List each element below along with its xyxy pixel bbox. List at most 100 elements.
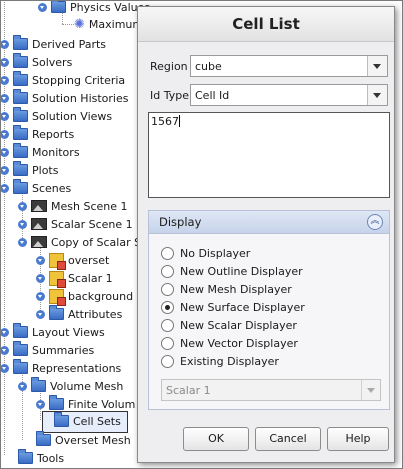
cell-id-textarea[interactable]: 1567 (148, 112, 390, 198)
radio-icon[interactable] (161, 355, 174, 368)
folder-icon (13, 341, 28, 356)
expand-toggle-icon[interactable] (0, 147, 9, 157)
existing-displayer-combobox: Scalar 1 (161, 379, 381, 401)
expand-toggle-icon[interactable] (36, 309, 45, 319)
expand-toggle-icon[interactable] (0, 345, 9, 355)
text-caret (179, 115, 180, 127)
expand-toggle-icon[interactable] (0, 57, 9, 67)
expand-toggle-icon[interactable] (0, 93, 9, 103)
tree-item-copy-of-scalar-scene[interactable]: Copy of Scalar Sc (18, 233, 147, 251)
collapse-toggle-icon[interactable] (18, 237, 27, 247)
radio-icon[interactable] (161, 283, 174, 296)
tree-item-solution-views[interactable]: Solution Views (0, 107, 112, 125)
chevron-down-icon (361, 380, 380, 400)
folder-icon (13, 161, 28, 176)
display-panel-header[interactable]: Display ︽ (149, 211, 389, 234)
tree-item-cell-sets[interactable]: Cell Sets (54, 412, 121, 430)
radio-new-scalar-displayer[interactable]: New Scalar Displayer (161, 319, 297, 332)
radio-new-mesh-displayer[interactable]: New Mesh Displayer (161, 283, 292, 296)
folder-icon (13, 71, 28, 86)
folder-icon (36, 431, 51, 446)
tree-item-reports[interactable]: Reports (0, 125, 74, 143)
folder-icon (51, 0, 66, 13)
collapse-toggle-icon[interactable] (0, 363, 9, 373)
help-button[interactable]: Help (327, 427, 389, 451)
expand-toggle-icon[interactable] (36, 255, 45, 265)
tree-item-scalar-scene[interactable]: Scalar Scene 1 (18, 215, 133, 233)
radio-icon[interactable] (161, 247, 174, 260)
expand-toggle-icon[interactable] (18, 219, 27, 229)
expand-toggle-icon[interactable] (36, 399, 45, 409)
cell-id-text: 1567 (151, 115, 179, 128)
expand-toggle-icon[interactable] (0, 111, 9, 121)
tree-item-background[interactable]: background (36, 287, 133, 306)
radio-selected-icon[interactable] (161, 301, 174, 314)
display-panel: Display ︽ No Displayer New Outline Displ… (148, 210, 390, 410)
tree-item-summaries[interactable]: Summaries (0, 341, 94, 359)
chevron-down-icon[interactable] (367, 85, 387, 105)
tree-item-monitors[interactable]: Monitors (0, 143, 80, 161)
radio-existing-displayer[interactable]: Existing Displayer (161, 355, 279, 368)
folder-icon (31, 377, 46, 392)
radio-new-outline-displayer[interactable]: New Outline Displayer (161, 265, 303, 278)
displayer-icon (49, 270, 66, 288)
radio-new-surface-displayer[interactable]: New Surface Displayer (161, 301, 305, 314)
tree-item-tools[interactable]: Tools (18, 449, 64, 467)
tree-item-scenes[interactable]: Scenes (0, 179, 71, 197)
collapse-toggle-icon[interactable] (0, 183, 9, 193)
tree-item-layout-views[interactable]: Layout Views (0, 323, 105, 341)
expand-toggle-icon[interactable] (0, 39, 9, 49)
collapse-toggle-icon[interactable] (38, 2, 47, 12)
chevron-down-icon[interactable] (367, 56, 387, 76)
region-row: Region cube (150, 55, 388, 77)
folder-icon (54, 412, 69, 427)
displayer-icon (49, 252, 66, 270)
radio-icon[interactable] (161, 265, 174, 278)
radio-no-displayer[interactable]: No Displayer (161, 247, 250, 260)
expand-toggle-icon[interactable] (0, 129, 9, 139)
displayer-icon (49, 288, 66, 306)
tree-item-derived-parts[interactable]: Derived Parts (0, 35, 106, 53)
existing-displayer-value: Scalar 1 (166, 384, 211, 397)
id-type-combobox[interactable]: Cell Id (190, 84, 388, 106)
cancel-button[interactable]: Cancel (255, 427, 321, 451)
radio-icon[interactable] (161, 337, 174, 350)
tree-item-scalar-1[interactable]: Scalar 1 (36, 269, 113, 288)
cell-list-dialog: Cell List Region cube Id Type Cell Id 15… (137, 6, 395, 463)
scene-icon (31, 200, 47, 212)
radio-new-vector-displayer[interactable]: New Vector Displayer (161, 337, 298, 350)
tree-item-mesh-scene[interactable]: Mesh Scene 1 (18, 197, 128, 215)
tree-item-representations[interactable]: Representations (0, 359, 121, 377)
tree-item-plots[interactable]: Plots (0, 161, 58, 179)
folder-icon (13, 89, 28, 104)
tree-item-maximum[interactable]: ✺ Maximum (74, 15, 143, 33)
collapse-toggle-icon[interactable] (18, 381, 27, 391)
expand-toggle-icon[interactable] (0, 75, 9, 85)
tree-item-attributes[interactable]: Attributes (36, 305, 122, 323)
id-type-row: Id Type Cell Id (150, 84, 388, 106)
region-label: Region (150, 59, 188, 73)
folder-icon (13, 179, 28, 194)
expand-toggle-icon[interactable] (0, 165, 9, 175)
region-value: cube (195, 59, 222, 73)
id-type-value: Cell Id (195, 88, 230, 102)
radio-icon[interactable] (161, 319, 174, 332)
tree-item-overset-mesh[interactable]: Overset Mesh (36, 431, 131, 449)
folder-icon (13, 125, 28, 140)
tree-item-physics-values[interactable]: Physics Values (38, 0, 150, 16)
tree-guide-line (62, 24, 74, 25)
expand-toggle-icon[interactable] (0, 327, 9, 337)
folder-icon (49, 305, 64, 320)
tree-item-solution-histories[interactable]: Solution Histories (0, 89, 129, 107)
expand-toggle-icon[interactable] (36, 273, 45, 283)
tree-item-solvers[interactable]: Solvers (0, 53, 72, 71)
tree-item-overset[interactable]: overset (36, 251, 109, 270)
collapse-panel-icon[interactable]: ︽ (367, 214, 383, 230)
expand-toggle-icon[interactable] (36, 291, 45, 301)
region-combobox[interactable]: cube (190, 55, 388, 77)
expand-toggle-icon[interactable] (18, 201, 27, 211)
ok-button[interactable]: OK (183, 427, 249, 451)
tree-item-volume-mesh[interactable]: Volume Mesh (18, 377, 123, 395)
tree-item-stopping-criteria[interactable]: Stopping Criteria (0, 71, 125, 89)
folder-icon (13, 143, 28, 158)
